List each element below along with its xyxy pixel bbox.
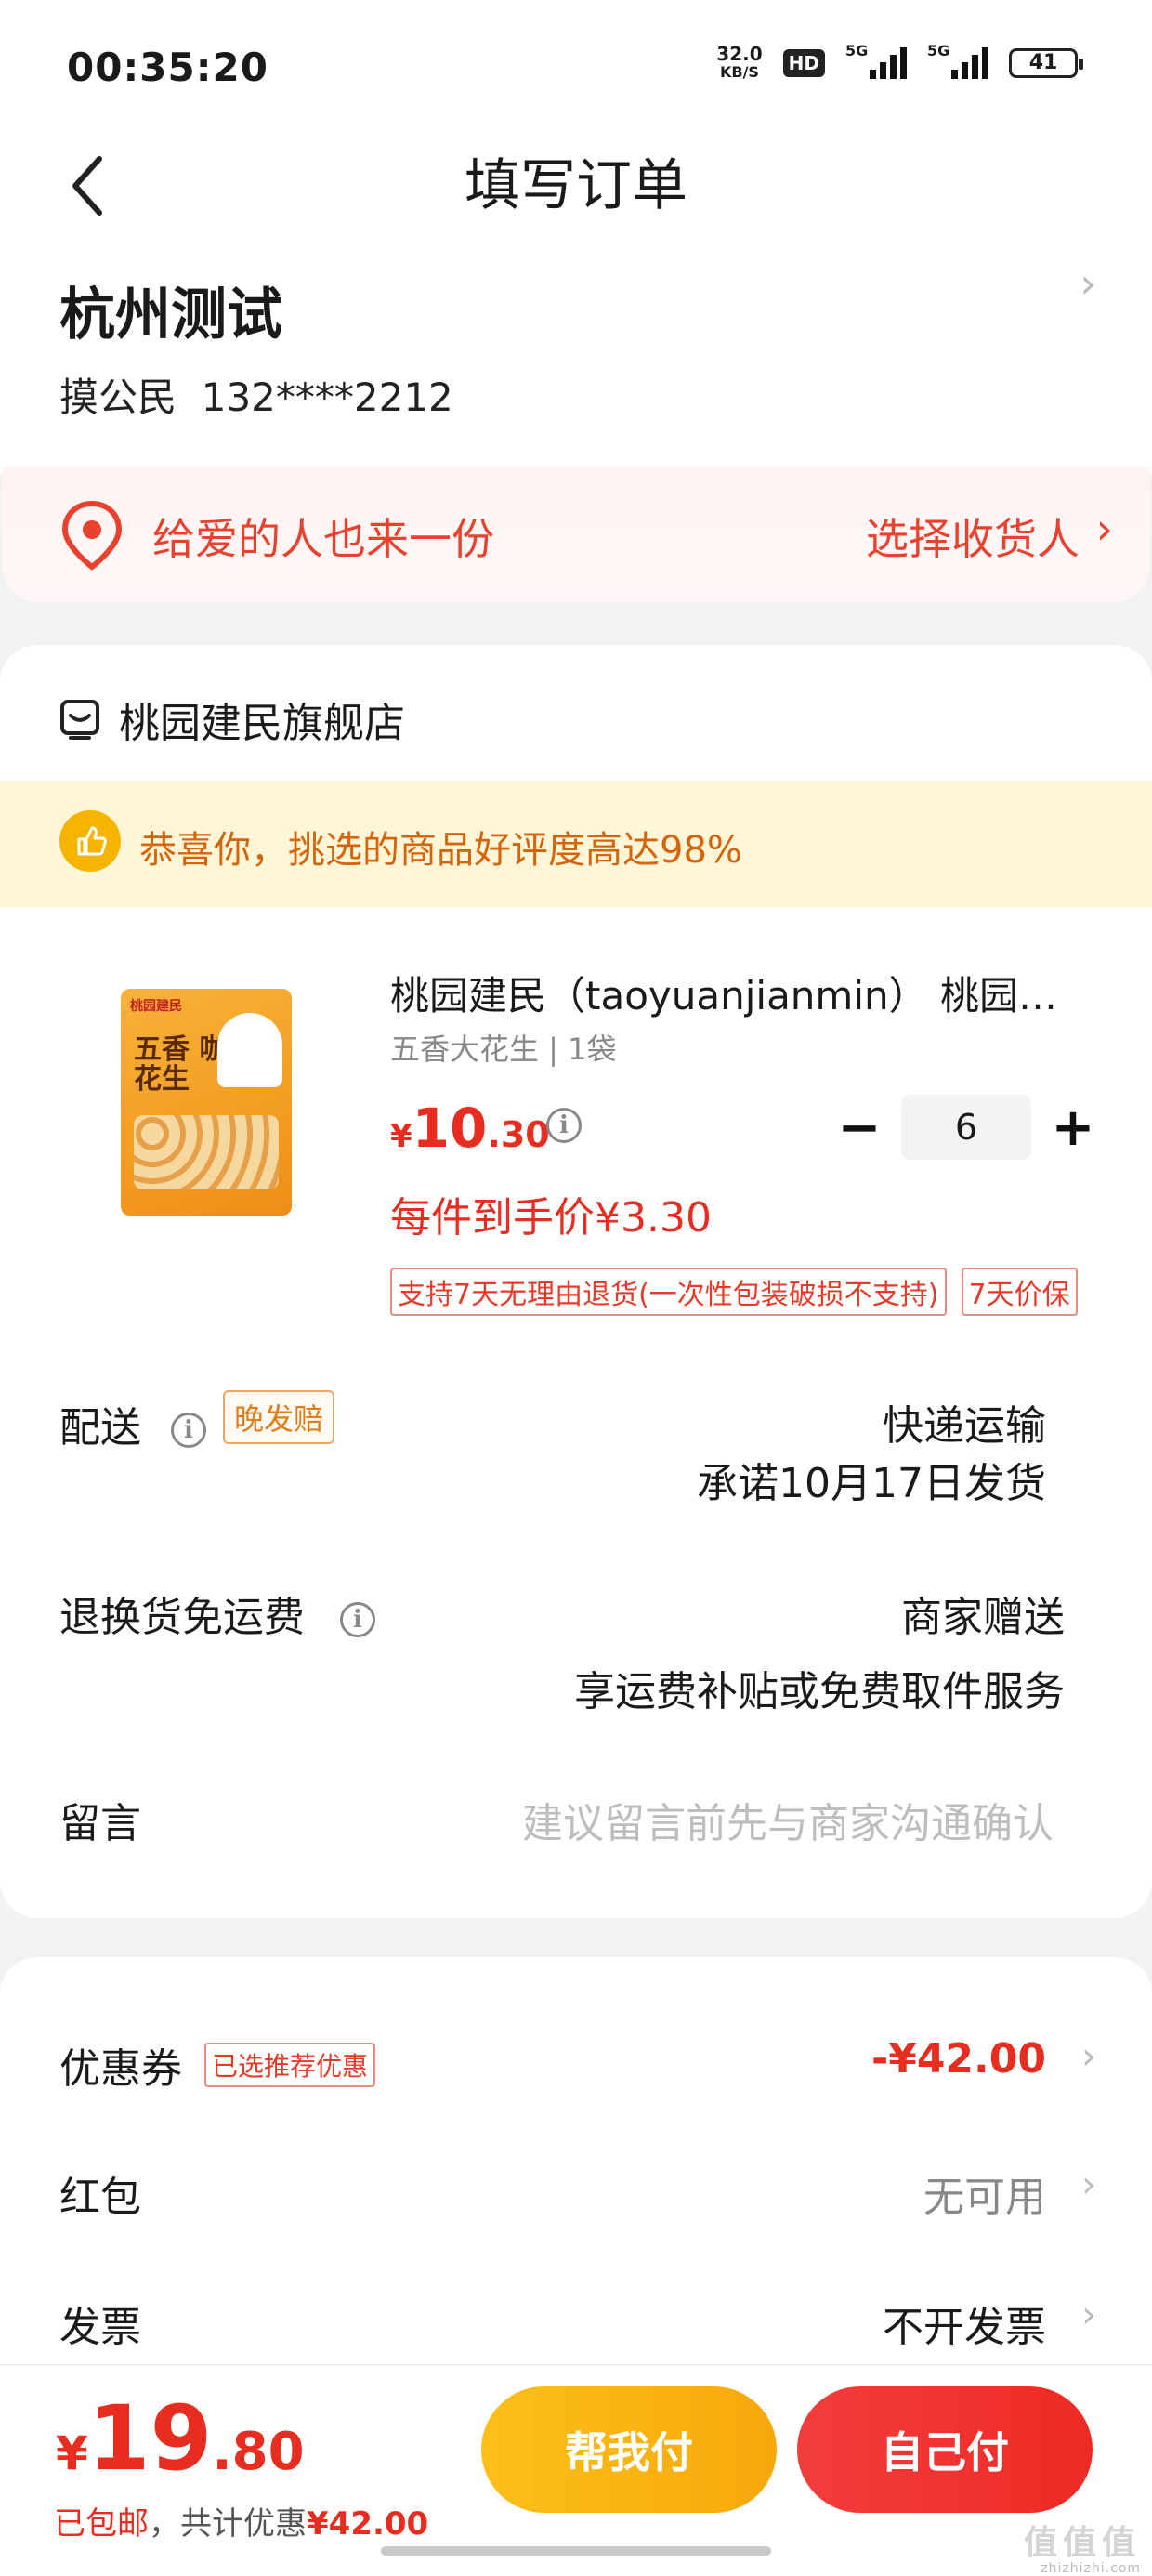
page-title: 填写订单 bbox=[465, 153, 687, 218]
order-card: 桃园建民旗舰店 恭喜你，挑选的商品好评度高达98% 桃园建民 五香 咖喱大花生 … bbox=[0, 645, 1152, 1918]
increase-quantity-button[interactable]: + bbox=[1031, 1095, 1115, 1160]
battery-icon: 41 bbox=[1009, 48, 1083, 78]
product-price: ¥10.30 bbox=[390, 1097, 550, 1160]
delivery-row[interactable]: 配送 i bbox=[59, 1394, 206, 1453]
delivery-info-icon[interactable]: i bbox=[171, 1413, 206, 1448]
address-name: 杭州测试 bbox=[59, 283, 282, 348]
recommended-coupon-tag: 已选推荐优惠 bbox=[204, 2043, 376, 2087]
return-shipping-desc: 享运费补贴或免费取件服务 bbox=[574, 1668, 1065, 1715]
chevron-right-icon: › bbox=[1095, 504, 1113, 554]
select-recipient-link[interactable]: 选择收货人 bbox=[866, 506, 1080, 567]
discount-amount: ¥42.00 bbox=[307, 2505, 429, 2543]
hd-voice-icon: HD bbox=[782, 49, 825, 77]
red-packet-label: 红包 bbox=[59, 2174, 141, 2221]
store-icon bbox=[60, 700, 99, 740]
nav-header: 填写订单 bbox=[0, 130, 1152, 242]
pay-for-me-button[interactable]: 帮我付 bbox=[481, 2386, 777, 2513]
per-item-price: 每件到手价¥3.30 bbox=[390, 1194, 712, 1242]
delivery-method: 快递运输 bbox=[883, 1402, 1046, 1450]
return-shipping-row[interactable]: 退换货免运费 i bbox=[59, 1584, 375, 1643]
network-speed: 32.0 KB/S bbox=[716, 43, 763, 81]
signal-icon: 5G bbox=[845, 42, 907, 79]
recipient-line: 摸公民 132****2212 bbox=[59, 366, 453, 423]
invoice-value[interactable]: 不开发票 bbox=[883, 2293, 1046, 2353]
coupon-value[interactable]: -¥42.00 bbox=[871, 2035, 1046, 2083]
total-price: ¥19.80 bbox=[56, 2386, 305, 2491]
delivery-promise: 承诺10月17日发货 bbox=[697, 1460, 1046, 1507]
red-packet-value[interactable]: 无可用 bbox=[923, 2163, 1046, 2223]
return-shipping-label: 退换货免运费 bbox=[59, 1594, 305, 1641]
invoice-label: 发票 bbox=[59, 2304, 141, 2351]
chevron-right-icon: › bbox=[1081, 2163, 1096, 2206]
recipient-name: 摸公民 bbox=[59, 375, 177, 420]
price-info-icon[interactable]: i bbox=[546, 1108, 582, 1143]
thumbs-up-icon bbox=[59, 810, 121, 872]
product-spec[interactable]: 五香大花生 | 1袋 bbox=[390, 1026, 617, 1069]
decrease-quantity-button[interactable]: − bbox=[818, 1095, 901, 1160]
pay-self-button[interactable]: 自己付 bbox=[797, 2386, 1093, 2513]
promo-text: 恭喜你，挑选的商品好评度高达98% bbox=[139, 829, 742, 872]
checkout-bar: ¥19.80 已包邮，共计优惠¥42.00 帮我付 自己付 值值值 zhizhi… bbox=[0, 2364, 1152, 2576]
home-indicator[interactable] bbox=[381, 2546, 771, 2556]
location-pin-icon bbox=[61, 500, 123, 571]
store-name: 桃园建民旗舰店 bbox=[119, 700, 405, 747]
product-image[interactable]: 桃园建民 五香 咖喱大花生 bbox=[121, 989, 292, 1216]
status-bar: 00:35:20 32.0 KB/S HD 5G 5G 41 bbox=[0, 0, 1152, 130]
store-header[interactable]: 桃园建民旗舰店 bbox=[59, 690, 405, 749]
product-title[interactable]: 桃园建民（taoyuanjianmin） 桃园建民五香大花生 bbox=[390, 965, 1068, 1021]
quantity-stepper: − 6 + bbox=[818, 1095, 1115, 1160]
return-shipping-info-icon[interactable]: i bbox=[340, 1602, 375, 1637]
remark-input[interactable]: 建议留言前先与商家沟通确认 bbox=[522, 1790, 1054, 1849]
late-compensation-badge: 晚发赔 bbox=[223, 1390, 335, 1444]
chevron-right-icon: › bbox=[1081, 2035, 1096, 2078]
address-section[interactable]: 杭州测试 摸公民 132****2212 › bbox=[0, 242, 1152, 474]
free-shipping-text: 已包邮 bbox=[54, 2505, 149, 2543]
delivery-label: 配送 bbox=[59, 1404, 141, 1452]
price-protect-tag: 7天价保 bbox=[961, 1268, 1078, 1316]
total-summary: 已包邮，共计优惠¥42.00 bbox=[54, 2505, 429, 2543]
status-icons: 32.0 KB/S HD 5G 5G 41 bbox=[716, 42, 1083, 82]
status-time: 00:35:20 bbox=[67, 45, 268, 90]
gift-text: 给爱的人也来一份 bbox=[152, 514, 494, 564]
gift-banner[interactable]: 给爱的人也来一份 选择收货人 › bbox=[2, 467, 1150, 602]
recipient-phone: 132****2212 bbox=[201, 375, 453, 420]
quantity-input[interactable]: 6 bbox=[901, 1095, 1031, 1160]
coupon-label: 优惠券 bbox=[59, 2045, 182, 2093]
return-shipping-value: 商家赠送 bbox=[901, 1594, 1065, 1641]
remark-label: 留言 bbox=[59, 1800, 141, 1847]
chevron-right-icon: › bbox=[1080, 260, 1096, 308]
chevron-right-icon: › bbox=[1081, 2293, 1096, 2336]
rating-promo-banner: 恭喜你，挑选的商品好评度高达98% bbox=[0, 781, 1152, 907]
service-tags: 支持7天无理由退货(一次性包装破损不支持) 7天价保 bbox=[390, 1268, 1078, 1316]
return-policy-tag: 支持7天无理由退货(一次性包装破损不支持) bbox=[390, 1268, 947, 1316]
signal-icon-2: 5G bbox=[927, 42, 988, 79]
watermark-logo: 值值值 zhizhizhi.com bbox=[1023, 2524, 1141, 2576]
